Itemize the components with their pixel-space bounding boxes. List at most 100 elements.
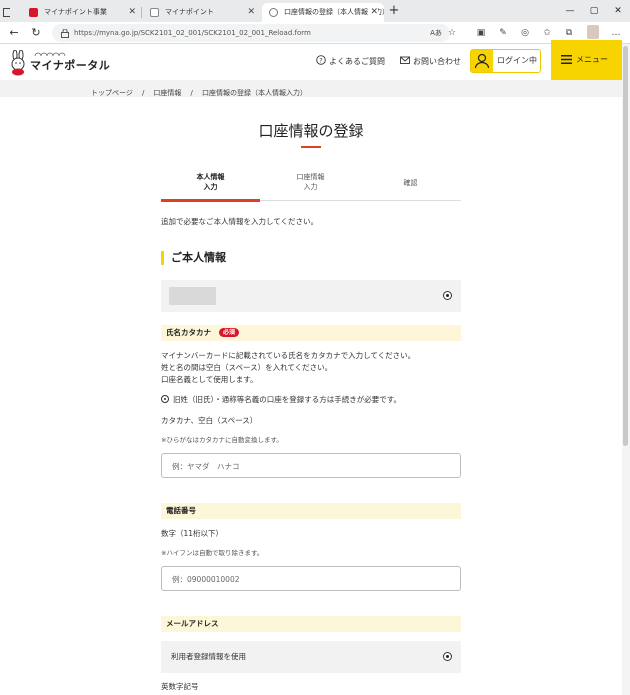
step-progress-active xyxy=(161,199,260,202)
user-icon-block xyxy=(471,50,493,72)
close-tab-icon[interactable]: ✕ xyxy=(128,3,136,22)
phone-note: ※ハイフンは自動で取り除きます。 xyxy=(161,549,264,557)
scrollbar-thumb[interactable] xyxy=(623,46,628,446)
name-note: ※ひらがなはカタカナに自動変換します。 xyxy=(161,436,283,444)
menu-button[interactable]: メニュー xyxy=(551,40,622,80)
mail-icon xyxy=(400,56,410,64)
breadcrumb-item-top[interactable]: トップページ xyxy=(91,89,133,97)
step-label-line2: 入力 xyxy=(303,183,318,191)
step-confirm: 確認 xyxy=(361,178,460,188)
back-arrow-icon[interactable]: ← xyxy=(5,24,23,42)
phone-field-header: 電話番号 xyxy=(161,503,461,519)
step-label-line1: 確認 xyxy=(403,179,418,187)
svg-text:?: ? xyxy=(319,57,322,65)
url-text: https://myna.go.jp/SCK2101_02_001/SCK210… xyxy=(74,29,311,37)
name-field-header: 氏名カタカナ 必須 xyxy=(161,325,461,341)
tab-divider xyxy=(141,7,142,18)
tab-title: マイナポイント事業 xyxy=(44,8,107,16)
email-field-header: メールアドレス xyxy=(161,616,461,632)
email-field-label: メールアドレス xyxy=(166,619,219,628)
name-desc-line3: 口座名義として使用します。 xyxy=(161,375,258,384)
masked-value-block xyxy=(169,287,216,305)
rabbit-logo-icon[interactable] xyxy=(9,50,27,76)
browser-tab-2[interactable]: マイナポイント ✕ xyxy=(143,3,261,22)
step-account-info: 口座情報 入力 xyxy=(261,172,360,192)
name-format-text: カタカナ、空白（スペース） xyxy=(161,416,258,425)
new-tab-button[interactable]: + xyxy=(386,3,402,20)
title-underline xyxy=(301,146,321,148)
page-content: マイナポータル ? よくあるご質問 お問い合わせ ログイン中 メニュー トップペー… xyxy=(0,40,630,695)
contact-link[interactable]: お問い合わせ xyxy=(400,55,461,69)
name-desc-line1: マイナンバーカードに記載されている氏名をカタカナで入力してください。 xyxy=(161,351,416,360)
breadcrumb-separator: / xyxy=(190,89,193,97)
mynaportal-favicon-icon xyxy=(269,8,278,17)
site-header: マイナポータル ? よくあるご質問 お問い合わせ ログイン中 メニュー xyxy=(0,40,622,80)
radio-selected[interactable] xyxy=(443,291,452,300)
favorite-star-icon[interactable]: ☆ xyxy=(444,25,460,41)
faq-link[interactable]: ? よくあるご質問 xyxy=(316,55,385,69)
name-field-label: 氏名カタカナ xyxy=(166,328,211,337)
extension-icon[interactable]: ◎ xyxy=(517,25,533,41)
masked-info-option[interactable] xyxy=(161,280,461,312)
reload-icon[interactable]: ↻ xyxy=(27,24,45,42)
lock-icon xyxy=(61,29,69,38)
address-bar[interactable]: https://myna.go.jp/SCK2101_02_001/SCK210… xyxy=(52,24,450,42)
breadcrumb-item-account[interactable]: 口座情報 xyxy=(153,89,181,97)
use-registered-email-label: 利用者登録情報を使用 xyxy=(171,652,246,661)
phone-field-label: 電話番号 xyxy=(166,506,196,515)
question-circle-icon: ? xyxy=(316,55,326,65)
close-tab-icon[interactable]: ✕ xyxy=(368,3,378,22)
phone-field[interactable] xyxy=(161,566,461,591)
step-label-line2: 入力 xyxy=(203,183,218,191)
logo-clouds-icon xyxy=(34,52,66,57)
former-name-info-text: 旧姓（旧氏）・通称等名義の口座を登録する方は手続きが必要です。 xyxy=(173,395,401,404)
mynapoint-favicon-icon xyxy=(29,8,38,17)
step-label-line1: 口座情報 xyxy=(296,173,325,181)
breadcrumb-item-current: 口座情報の登録（本人情報入力） xyxy=(201,89,307,97)
browser-tab-bar: マイナポイント事業 ✕ マイナポイント ✕ 口座情報の登録（本人情報入力） ✕ … xyxy=(0,0,630,22)
site-logo-text[interactable]: マイナポータル xyxy=(30,57,110,73)
step-label-line1: 本人情報 xyxy=(196,173,225,181)
info-circle-icon xyxy=(161,395,169,403)
page-scrollbar[interactable] xyxy=(622,44,630,695)
favorites-icon[interactable]: ✩ xyxy=(539,25,555,41)
page-title: 口座情報の登録 xyxy=(258,122,364,140)
lead-text: 追加で必要なご本人情報を入力してください。 xyxy=(161,217,319,226)
login-status-label: ログイン中 xyxy=(497,56,537,65)
name-katakana-input[interactable] xyxy=(162,455,460,478)
section-heading: ご本人情報 xyxy=(161,251,226,265)
tab-actions-icon[interactable] xyxy=(0,3,10,22)
menu-label: メニュー xyxy=(576,55,608,64)
breadcrumb-separator: / xyxy=(141,89,145,97)
browser-tab-active[interactable]: 口座情報の登録（本人情報入力） ✕ xyxy=(262,3,384,22)
extension-icon[interactable]: ▣ xyxy=(473,25,489,41)
step-personal-info: 本人情報 入力 xyxy=(161,172,260,192)
tab-title: マイナポイント xyxy=(165,8,214,16)
more-menu-icon[interactable]: … xyxy=(608,25,624,41)
browser-tab-1[interactable]: マイナポイント事業 ✕ xyxy=(22,3,142,22)
profile-avatar[interactable] xyxy=(587,25,599,39)
window-icon xyxy=(3,8,10,17)
login-status-button[interactable]: ログイン中 xyxy=(470,49,541,73)
maximize-icon[interactable]: ▢ xyxy=(582,0,606,22)
collections-icon[interactable]: ⧉ xyxy=(561,25,577,41)
read-aloud-icon[interactable]: Aあ xyxy=(428,25,444,41)
faq-label: よくあるご質問 xyxy=(329,57,385,66)
extension-icon[interactable]: ✎ xyxy=(495,25,511,41)
former-name-info-link[interactable]: 旧姓（旧氏）・通称等名義の口座を登録する方は手続きが必要です。 xyxy=(161,394,401,406)
contact-label: お問い合わせ xyxy=(413,57,461,66)
hamburger-menu-icon xyxy=(561,55,572,64)
email-format-text: 英数字記号 xyxy=(161,682,199,691)
name-desc-line2: 姓と名の間は空白（スペース）を入れてください。 xyxy=(161,363,333,372)
breadcrumb: トップページ / 口座情報 / 口座情報の登録（本人情報入力） xyxy=(0,80,622,97)
close-tab-icon[interactable]: ✕ xyxy=(247,3,255,22)
use-registered-email-option[interactable]: 利用者登録情報を使用 xyxy=(161,641,461,673)
minimize-icon[interactable]: — xyxy=(558,0,582,22)
phone-input[interactable] xyxy=(162,568,460,591)
radio-selected[interactable] xyxy=(443,652,452,661)
phone-format-text: 数字（11桁以下） xyxy=(161,529,224,538)
close-window-icon[interactable]: ✕ xyxy=(606,0,630,22)
required-badge: 必須 xyxy=(219,328,240,337)
browser-toolbar: ← ↻ https://myna.go.jp/SCK2101_02_001/SC… xyxy=(0,22,630,44)
name-katakana-field[interactable] xyxy=(161,453,461,478)
